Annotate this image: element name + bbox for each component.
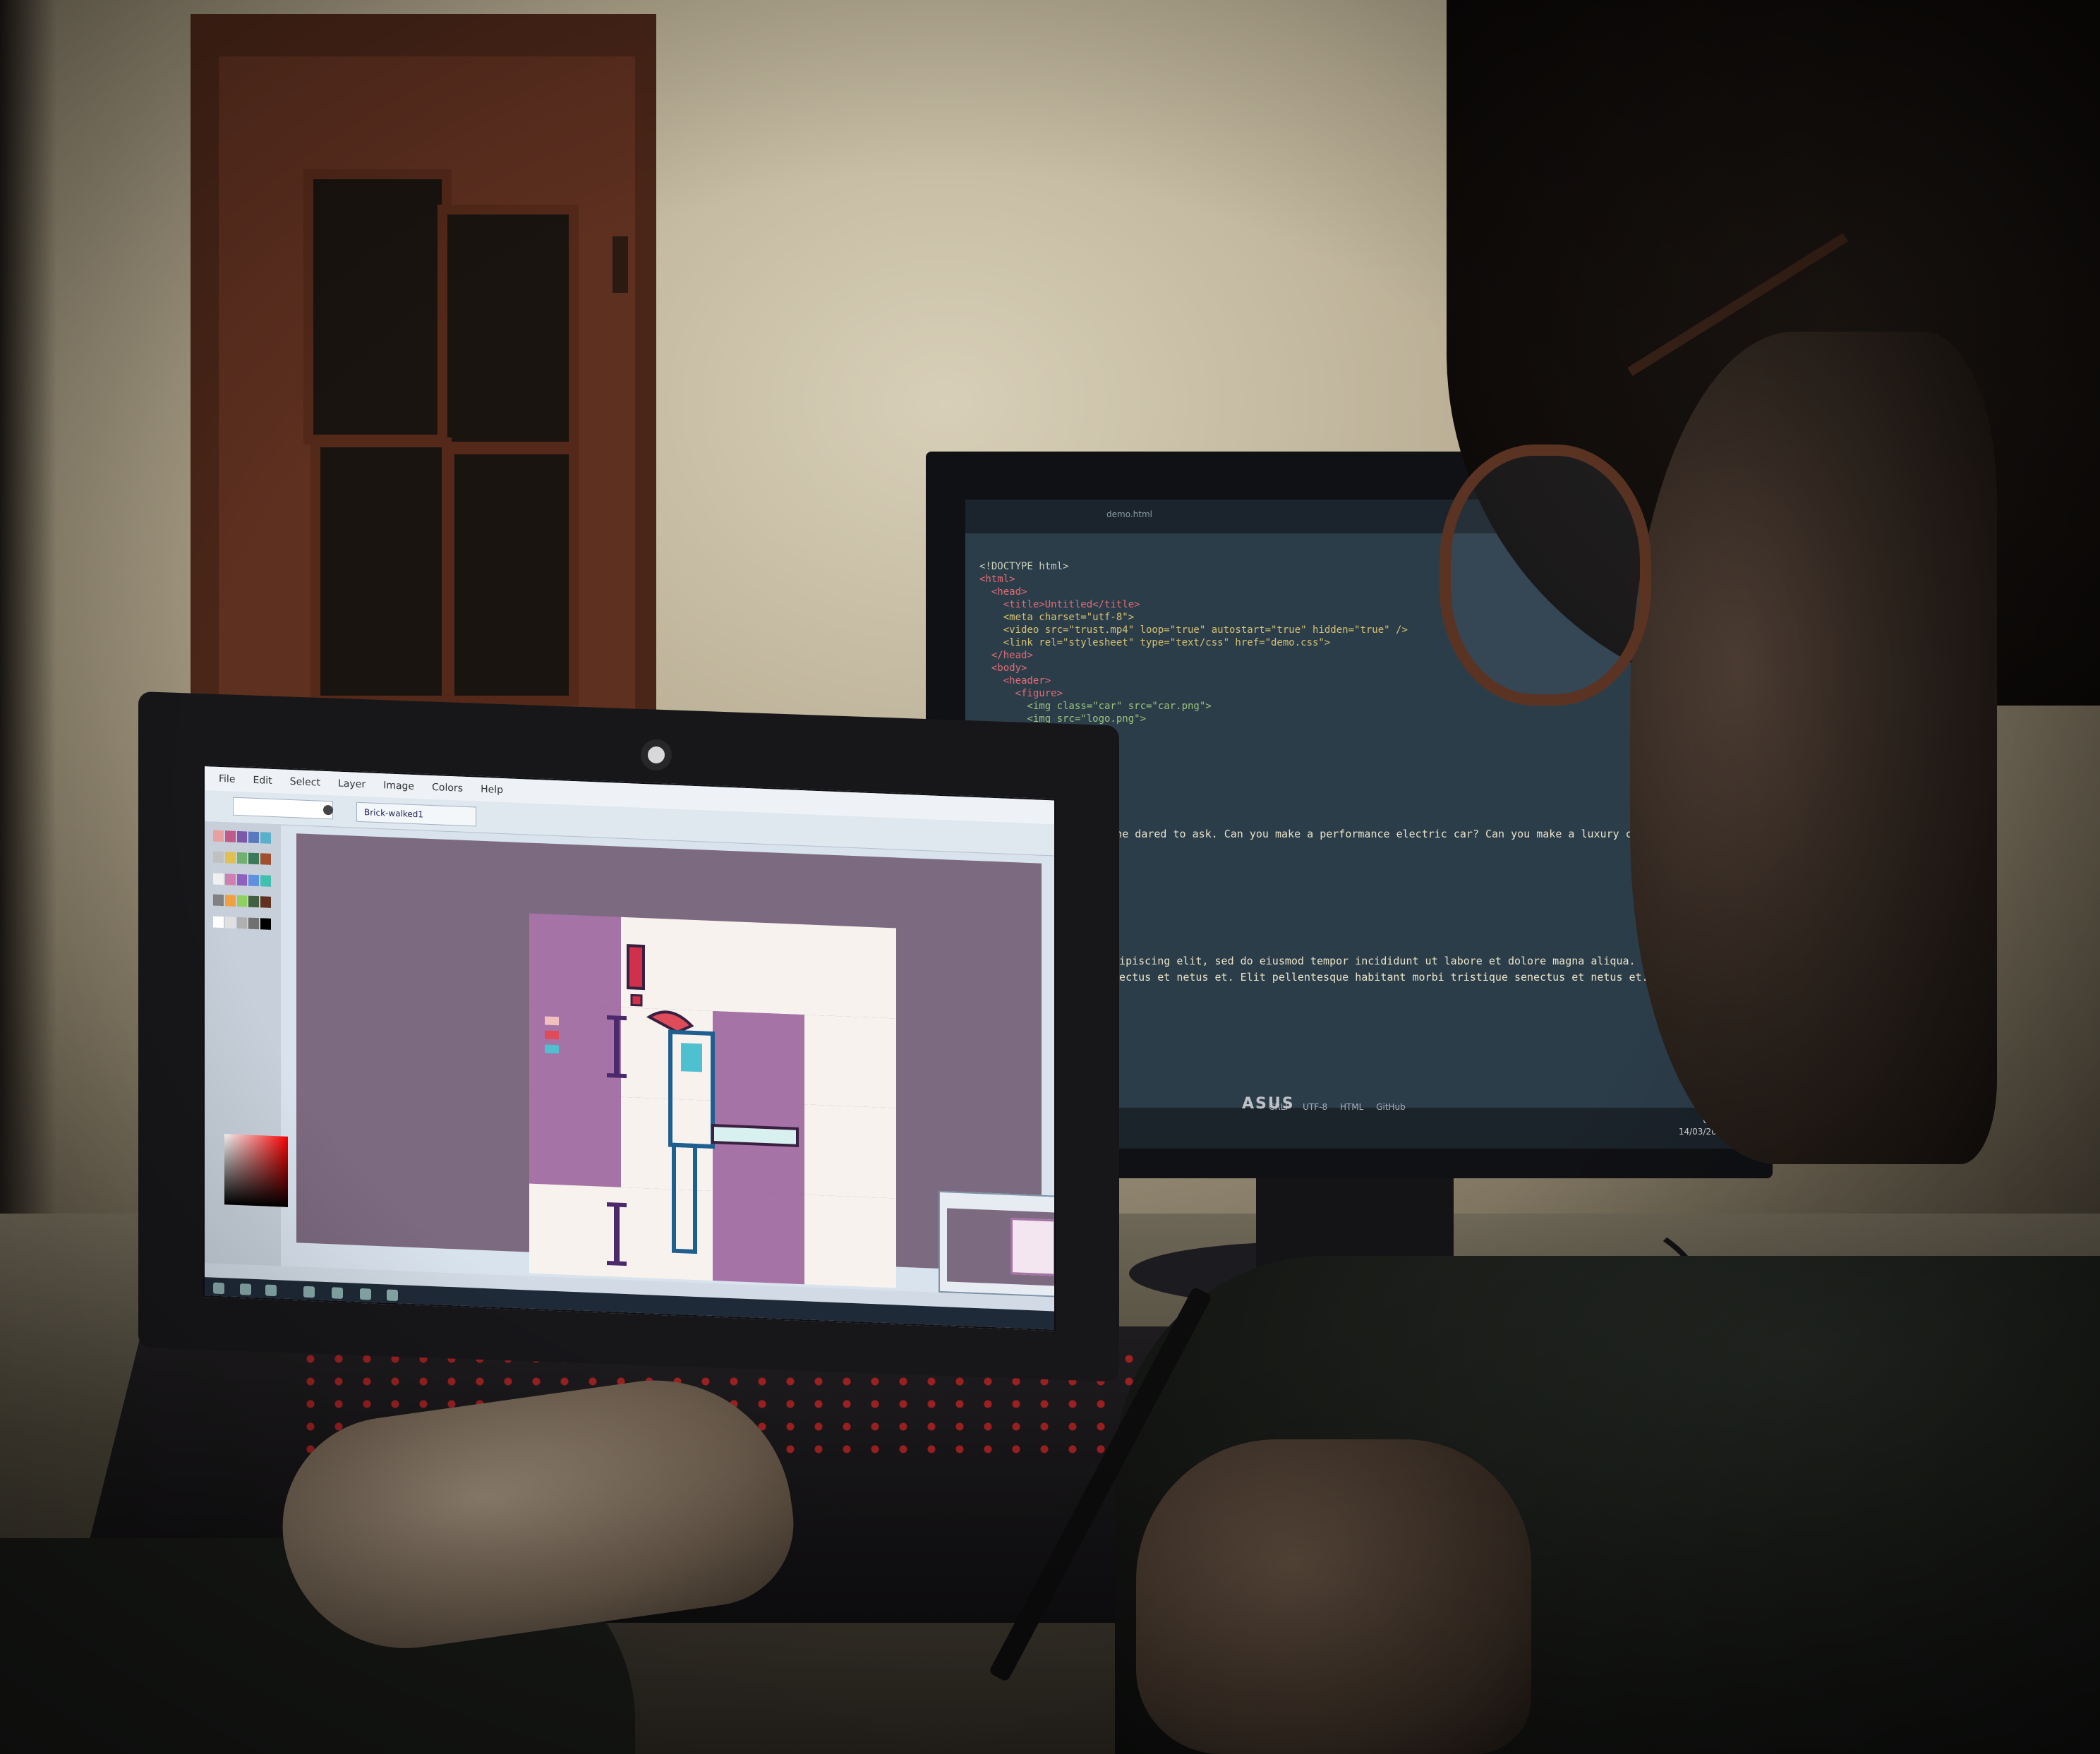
photo-scene: demo.html <!DOCTYPE html> <html> <head> <… — [0, 0, 2100, 1754]
door-pane — [310, 437, 452, 706]
palette-swatch[interactable] — [236, 830, 248, 843]
code-line: </head> — [979, 650, 1033, 661]
canvas-area[interactable] — [296, 833, 1056, 1300]
color-picker[interactable] — [224, 1134, 288, 1207]
code-line: <img class="car" src="car.png"> — [979, 701, 1212, 712]
palette-swatch[interactable] — [224, 830, 236, 842]
editor-icon[interactable] — [360, 1288, 371, 1300]
file-tab[interactable]: Brick-walked1 — [356, 802, 476, 827]
color-palette[interactable] — [213, 830, 271, 938]
navigator-preview — [947, 1208, 1056, 1288]
palette-swatch[interactable] — [248, 831, 260, 844]
monitor-brand-logo: ASUS — [1242, 1095, 1295, 1113]
code-line: <figure> — [979, 688, 1063, 699]
status-github[interactable]: GitHub — [1376, 1102, 1406, 1112]
code-block[interactable]: <!DOCTYPE html> <html> <head> <title>Unti… — [979, 560, 1408, 725]
menu-layer[interactable]: Layer — [338, 778, 366, 791]
palette-swatch[interactable] — [224, 895, 236, 907]
code-line: <header> — [979, 675, 1051, 687]
palette-swatch[interactable] — [260, 896, 271, 909]
status-encoding[interactable]: UTF-8 — [1303, 1102, 1327, 1112]
palette-swatch[interactable] — [224, 873, 236, 885]
canvas-thumbnail — [1010, 1217, 1056, 1276]
webcam-icon — [641, 739, 672, 770]
browser-icon[interactable] — [332, 1287, 343, 1299]
vscode-icon[interactable] — [387, 1289, 398, 1302]
code-line: <html> — [979, 574, 1015, 585]
menu-colors[interactable]: Colors — [432, 782, 463, 794]
menu-file[interactable]: File — [219, 773, 235, 785]
palette-swatch[interactable] — [213, 894, 224, 907]
menu-edit[interactable]: Edit — [253, 775, 272, 787]
navigator-window[interactable] — [939, 1190, 1056, 1300]
editor-status-bar: CRLF UTF-8 HTML GitHub — [1269, 1102, 1495, 1126]
palette-swatch[interactable] — [248, 874, 260, 886]
palette-swatch[interactable] — [224, 852, 236, 864]
palette-swatch[interactable] — [248, 852, 260, 865]
explorer-icon[interactable] — [303, 1286, 315, 1298]
palette-swatch[interactable] — [224, 916, 236, 929]
palette-swatch[interactable] — [260, 917, 271, 930]
task-view-icon[interactable] — [265, 1284, 277, 1297]
palette-swatch[interactable] — [236, 873, 248, 886]
right-hand — [1136, 1439, 1531, 1754]
eyeglasses — [1440, 444, 1651, 706]
menu-help[interactable]: Help — [481, 784, 503, 796]
palette-swatch[interactable] — [236, 852, 248, 864]
pixel-art-editor-screen: File Edit Select Layer Image Colors Help… — [203, 765, 1056, 1331]
code-line: <!DOCTYPE html> — [979, 561, 1069, 572]
palette-swatch[interactable] — [213, 916, 224, 928]
code-line: <link rel="stylesheet" type="text/css" h… — [979, 637, 1331, 648]
user-icon[interactable] — [323, 804, 333, 816]
menu-image[interactable]: Image — [383, 780, 414, 792]
palette-swatch[interactable] — [213, 851, 224, 864]
palette-swatch[interactable] — [213, 873, 224, 885]
status-language[interactable]: HTML — [1340, 1102, 1363, 1112]
code-line: <head> — [979, 586, 1027, 598]
code-line: <body> — [979, 663, 1027, 674]
palette-swatch[interactable] — [248, 917, 260, 929]
editor-tab[interactable]: demo.html — [1106, 509, 1152, 519]
door-hinge — [612, 236, 628, 293]
palette-swatch[interactable] — [260, 875, 271, 887]
door-pane — [303, 169, 452, 444]
tool-options-field[interactable] — [233, 797, 333, 820]
search-icon[interactable] — [240, 1283, 251, 1295]
code-line: <meta charset="utf-8"> — [979, 612, 1135, 623]
start-icon[interactable] — [213, 1282, 224, 1295]
door-pane — [438, 205, 579, 452]
pixel-sprite — [545, 944, 799, 1266]
door-pane — [445, 444, 579, 706]
code-line: <title>Untitled</title> — [979, 599, 1140, 610]
palette-swatch[interactable] — [248, 895, 260, 908]
person-face — [1630, 332, 1997, 1164]
palette-swatch[interactable] — [260, 853, 271, 866]
palette-swatch[interactable] — [260, 832, 271, 844]
palette-swatch[interactable] — [236, 917, 248, 929]
code-line: <video src="trust.mp4" loop="true" autos… — [979, 624, 1408, 636]
menu-select[interactable]: Select — [290, 776, 320, 789]
palette-swatch[interactable] — [213, 830, 224, 842]
palette-swatch[interactable] — [236, 895, 248, 907]
